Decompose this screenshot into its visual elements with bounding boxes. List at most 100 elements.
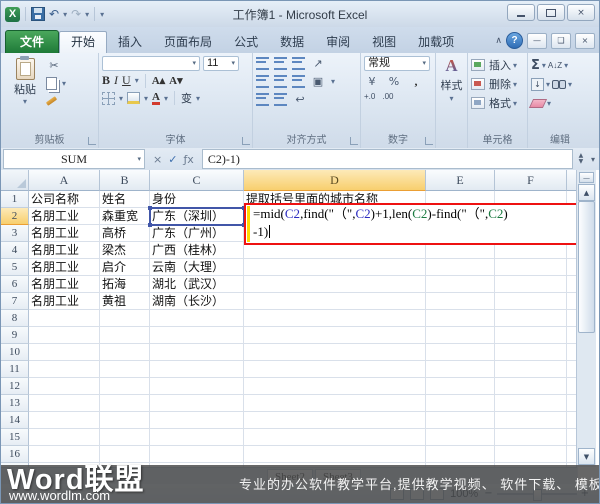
- cell-C5[interactable]: 云南（大理）: [150, 259, 244, 276]
- cell-C11[interactable]: [150, 361, 244, 378]
- cell-B10[interactable]: [100, 344, 150, 361]
- underline-icon[interactable]: U: [122, 73, 131, 88]
- cell-A5[interactable]: 名朋工业: [29, 259, 100, 276]
- cell-A1[interactable]: 公司名称: [29, 191, 100, 208]
- formula-input[interactable]: C2)-1): [202, 149, 573, 169]
- row-header-7[interactable]: 7: [1, 293, 29, 310]
- cell-E15[interactable]: [426, 429, 495, 446]
- row-header-4[interactable]: 4: [1, 242, 29, 259]
- cell-E8[interactable]: [426, 310, 495, 327]
- row-header-9[interactable]: 9: [1, 327, 29, 344]
- enter-icon[interactable]: ✓: [168, 153, 177, 166]
- cell-F9[interactable]: [495, 327, 567, 344]
- workbook-restore-button[interactable]: ❑: [551, 33, 571, 49]
- cell-C14[interactable]: [150, 412, 244, 429]
- expand-formula-bar-icon[interactable]: ▾: [589, 155, 599, 164]
- column-header-C[interactable]: C: [150, 170, 244, 191]
- scroll-down-icon[interactable]: ▼: [578, 448, 595, 465]
- cell-A2[interactable]: 名朋工业: [29, 208, 100, 225]
- cell-D12[interactable]: [244, 378, 426, 395]
- cell-F13[interactable]: [495, 395, 567, 412]
- tab-data[interactable]: 数据: [269, 32, 315, 53]
- orientation-icon[interactable]: ↗: [310, 56, 326, 71]
- row-header-15[interactable]: 15: [1, 429, 29, 446]
- cell-D14[interactable]: [244, 412, 426, 429]
- vertical-scrollbar[interactable]: — ▲ ▼: [576, 170, 596, 467]
- cell-D11[interactable]: [244, 361, 426, 378]
- column-header-D[interactable]: D: [244, 170, 426, 191]
- cell-B4[interactable]: 梁杰: [100, 242, 150, 259]
- cell-C10[interactable]: [150, 344, 244, 361]
- tab-home[interactable]: 开始: [59, 31, 107, 53]
- cut-icon[interactable]: ✂: [46, 58, 62, 73]
- cell-E16[interactable]: [426, 446, 495, 463]
- bold-icon[interactable]: B: [102, 73, 110, 88]
- cell-A15[interactable]: [29, 429, 100, 446]
- cell-E9[interactable]: [426, 327, 495, 344]
- row-header-10[interactable]: 10: [1, 344, 29, 361]
- fill-icon[interactable]: ↓: [531, 78, 544, 91]
- cell-A14[interactable]: [29, 412, 100, 429]
- font-dialog-launcher[interactable]: [242, 137, 250, 145]
- styles-button[interactable]: 样式: [441, 77, 463, 93]
- cell-C8[interactable]: [150, 310, 244, 327]
- cell-A3[interactable]: 名朋工业: [29, 225, 100, 242]
- cell-A16[interactable]: [29, 446, 100, 463]
- tab-formulas[interactable]: 公式: [223, 32, 269, 53]
- cell-C12[interactable]: [150, 378, 244, 395]
- row-header-13[interactable]: 13: [1, 395, 29, 412]
- cell-C4[interactable]: 广西（桂林）: [150, 242, 244, 259]
- cell-B12[interactable]: [100, 378, 150, 395]
- cell-B6[interactable]: 拓海: [100, 276, 150, 293]
- scrollbar-thumb[interactable]: [578, 201, 595, 333]
- cell-C6[interactable]: 湖北（武汉）: [150, 276, 244, 293]
- select-all-corner[interactable]: [1, 170, 29, 191]
- cell-C1[interactable]: 身份: [150, 191, 244, 208]
- cell-C7[interactable]: 湖南（长沙）: [150, 293, 244, 310]
- align-right-icon[interactable]: [292, 75, 305, 88]
- row-header-12[interactable]: 12: [1, 378, 29, 395]
- fill-color-icon[interactable]: [127, 92, 140, 104]
- number-format-dropdown[interactable]: 常规▾: [364, 56, 430, 71]
- cell-D5[interactable]: [244, 259, 426, 276]
- cell-B2[interactable]: 森重宽: [100, 208, 150, 225]
- name-box-dropdown-icon[interactable]: ▾: [137, 155, 141, 163]
- number-dialog-launcher[interactable]: [425, 137, 433, 145]
- cell-B11[interactable]: [100, 361, 150, 378]
- cell-C3[interactable]: 广东（广州）: [150, 225, 244, 242]
- cell-D8[interactable]: [244, 310, 426, 327]
- tab-insert[interactable]: 插入: [107, 32, 153, 53]
- cell-F15[interactable]: [495, 429, 567, 446]
- cell-C9[interactable]: [150, 327, 244, 344]
- copy-icon[interactable]: [46, 77, 57, 90]
- cell-E5[interactable]: [426, 259, 495, 276]
- cell-D7[interactable]: [244, 293, 426, 310]
- cell-F7[interactable]: [495, 293, 567, 310]
- tab-view[interactable]: 视图: [361, 32, 407, 53]
- collapse-ribbon-icon[interactable]: ∧: [495, 36, 502, 46]
- delete-cells-button[interactable]: 删除▾: [471, 75, 524, 93]
- sort-filter-icon[interactable]: A↓Z: [548, 62, 562, 69]
- italic-icon[interactable]: I: [114, 73, 118, 88]
- cell-F14[interactable]: [495, 412, 567, 429]
- minimize-button[interactable]: [507, 4, 535, 21]
- cell-E14[interactable]: [426, 412, 495, 429]
- font-color-icon[interactable]: A: [152, 92, 160, 105]
- row-header-5[interactable]: 5: [1, 259, 29, 276]
- cell-C13[interactable]: [150, 395, 244, 412]
- borders-icon[interactable]: [102, 92, 115, 105]
- workbook-minimize-button[interactable]: —: [527, 33, 547, 49]
- cell-D15[interactable]: [244, 429, 426, 446]
- cell-E13[interactable]: [426, 395, 495, 412]
- cell-B5[interactable]: 启介: [100, 259, 150, 276]
- decrease-decimal-icon[interactable]: .00: [382, 92, 393, 101]
- cell-A9[interactable]: [29, 327, 100, 344]
- row-header-11[interactable]: 11: [1, 361, 29, 378]
- font-name-dropdown[interactable]: ▾: [102, 56, 200, 71]
- cell-C2[interactable]: 广东（深圳）: [150, 208, 244, 225]
- cell-E7[interactable]: [426, 293, 495, 310]
- cell-F10[interactable]: [495, 344, 567, 361]
- cell-F5[interactable]: [495, 259, 567, 276]
- increase-decimal-icon[interactable]: +.0: [364, 92, 375, 101]
- wrap-text-icon[interactable]: ↩: [292, 92, 308, 107]
